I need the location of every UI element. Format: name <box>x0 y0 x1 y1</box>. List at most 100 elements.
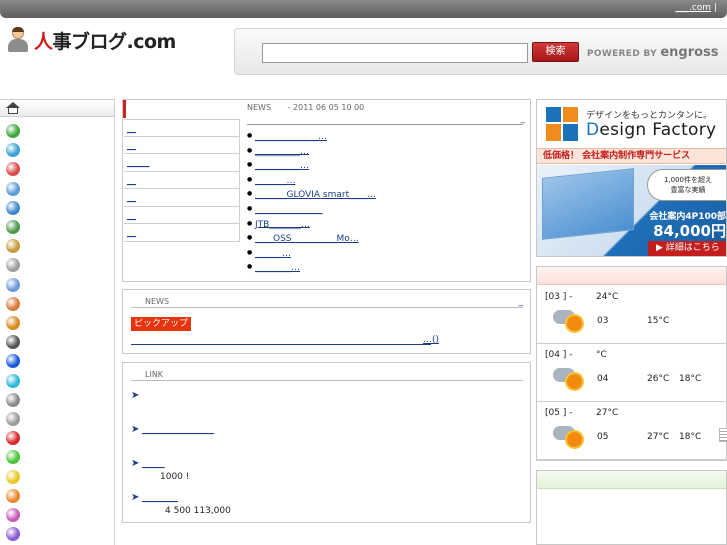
news-tab-link[interactable]: _____ <box>127 158 150 168</box>
news-item: ● ________… <box>247 260 527 275</box>
blue-ball-icon[interactable] <box>6 354 20 369</box>
news-tab[interactable]: _____ <box>124 154 240 172</box>
news-item-link[interactable]: __________… <box>255 146 309 156</box>
bullet-icon: ● <box>247 219 253 227</box>
weather-temp: 27°C <box>596 408 619 418</box>
ad-strip: 低価格！ 会社案内制作専門サービス <box>537 148 726 164</box>
red-ball-icon[interactable] <box>6 431 20 446</box>
purple-ball-icon[interactable] <box>6 527 20 542</box>
news-tab[interactable]: __ <box>124 171 240 189</box>
pencil-icon[interactable] <box>6 296 20 311</box>
ad-brand: Design Factory <box>586 120 717 140</box>
news-tab[interactable]: __ <box>124 206 240 224</box>
news-tab[interactable]: __ <box>124 189 240 207</box>
gray-ball-icon[interactable] <box>6 392 20 407</box>
link-row[interactable]: ➤ _____ <box>131 458 165 469</box>
news-item: ● __________… <box>247 144 527 159</box>
news-tab-link[interactable]: __ <box>127 141 136 151</box>
arrow-icon: ➤ <box>131 390 140 401</box>
gray-ball-2-icon[interactable] <box>6 412 20 426</box>
top-links: ___.com | <box>675 3 717 13</box>
news-tab[interactable]: __ <box>124 119 240 137</box>
news-tab-link[interactable]: __ <box>127 211 136 221</box>
news-item-link[interactable]: ______… <box>255 249 291 259</box>
syringe-icon[interactable] <box>6 258 20 273</box>
search-button[interactable]: 検索 <box>532 42 579 62</box>
pickup-tail: _ <box>518 297 524 307</box>
news-tab[interactable]: __ <box>124 224 240 242</box>
arrow-icon: ➤ <box>131 458 140 469</box>
cloudy-sun-icon <box>553 366 589 392</box>
link-item[interactable]: ________________ <box>142 425 214 435</box>
design-factory-ad[interactable]: デザインをもっとカンタンに。 Design Factory 低価格！ 会社案内制… <box>536 99 727 257</box>
weather-panel: [03 ] -24°C 03 15°C [04 ] - °C 04 26°C 18°C [05 … <box>536 266 727 461</box>
weather-low: 18°C <box>679 374 702 384</box>
weather-date: [05 ] - <box>545 408 573 418</box>
category-sidebar <box>0 99 115 545</box>
link-item[interactable]: ________ <box>142 493 178 503</box>
scroll-grip[interactable] <box>719 428 727 442</box>
site-logo[interactable]: 人事ブログ.com <box>6 26 176 54</box>
link-row[interactable]: ➤ ________ <box>131 492 178 503</box>
home-link[interactable] <box>0 99 114 117</box>
weather-date: [03 ] - <box>545 292 573 302</box>
pickup-badge: ピックアップ <box>131 317 192 331</box>
pink-ball-icon[interactable] <box>6 508 20 522</box>
recycle-icon[interactable] <box>6 220 20 234</box>
weather-day: [05 ] - 27°C 05 27°C 18°C <box>537 402 727 460</box>
people-icon[interactable] <box>6 239 20 254</box>
news-tab-link[interactable]: __ <box>127 176 136 186</box>
bullet-icon: ● <box>247 175 253 183</box>
news-item-link[interactable]: _______GLOVIA smart____… <box>255 190 376 200</box>
news-tab-link[interactable]: __ <box>127 228 136 238</box>
link-row[interactable]: ➤ <box>131 390 142 401</box>
weather-day-label: 03 <box>597 316 609 326</box>
news-tab-link[interactable]: __ <box>127 193 136 203</box>
news-item-link[interactable]: _______________ <box>255 205 323 215</box>
calculator-icon[interactable] <box>6 335 20 350</box>
green-ball-icon[interactable] <box>6 450 20 465</box>
news-item: ● _______GLOVIA smart____… <box>247 187 527 202</box>
abc-heart-icon[interactable] <box>6 162 20 177</box>
bullet-icon: ● <box>247 248 253 256</box>
ad-detail-button[interactable]: ▶ 詳細はこちら <box>648 241 726 256</box>
news-tab[interactable]: __ <box>124 136 240 154</box>
orange-ball-icon[interactable] <box>6 488 20 503</box>
gear-icon[interactable] <box>6 200 20 215</box>
bullet-icon: ● <box>247 204 253 212</box>
link-row[interactable]: ➤ ________________ <box>131 424 214 435</box>
green-globe-icon[interactable] <box>6 124 20 138</box>
news-tab-link[interactable]: __ <box>127 124 136 134</box>
news-item-link[interactable]: ________… <box>255 263 300 273</box>
news-item-link[interactable]: __________… <box>255 161 309 171</box>
fish-icon[interactable] <box>6 181 20 196</box>
news-item-link[interactable]: ______________… <box>255 132 327 142</box>
pickup-link[interactable]: …() <box>131 335 439 345</box>
link-header: LINK <box>131 368 523 381</box>
arrow-icon: ➤ <box>131 492 140 503</box>
weather-high: 15°C <box>647 316 670 326</box>
pickup-link-tail: …() <box>422 335 439 345</box>
logo-text: 人事ブログ.com <box>34 30 176 53</box>
link-item[interactable]: _____ <box>142 459 165 469</box>
person-icon[interactable] <box>6 277 20 292</box>
cyan-ball-icon[interactable] <box>6 373 20 388</box>
search-input[interactable] <box>262 43 528 63</box>
side-panel <box>536 470 727 545</box>
weather-temp: 24°C <box>596 292 619 302</box>
news-date: - 2011 06 05 10 00 <box>287 103 365 112</box>
news-item-link[interactable]: _______… <box>255 176 296 186</box>
atom-icon[interactable] <box>6 143 20 158</box>
books-icon[interactable] <box>6 316 20 330</box>
bullet-icon: ● <box>247 263 253 271</box>
news-item-link[interactable]: ____OSS__________Mo… <box>255 234 359 244</box>
news-item: ● __________… <box>247 158 527 173</box>
news-item-link[interactable]: JTB_______… <box>255 219 310 229</box>
top-site-link[interactable]: ___.com <box>675 3 711 13</box>
news-headline-tail: _ <box>520 114 526 124</box>
yellow-ball-icon[interactable] <box>6 469 20 484</box>
news-headline-link[interactable]: _ <box>247 114 526 125</box>
news-item: ● _______________ <box>247 202 527 217</box>
ad-price: 84,000円 <box>653 222 726 240</box>
news-label: NEWS <box>247 103 272 112</box>
